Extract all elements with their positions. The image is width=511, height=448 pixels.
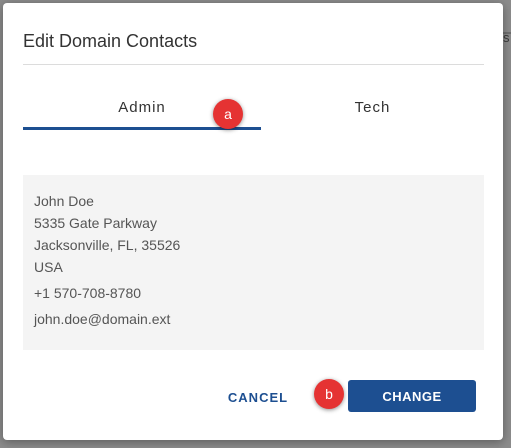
change-button[interactable]: CHANGE — [348, 380, 476, 412]
edit-domain-contacts-dialog: Edit Domain Contacts Admin Tech a John D… — [3, 3, 503, 440]
title-divider — [23, 64, 484, 65]
contact-name: John Doe — [34, 193, 94, 209]
contact-phone: +1 570-708-8780 — [34, 285, 142, 301]
tab-tech[interactable]: Tech — [261, 99, 484, 116]
annotation-marker-a: a — [213, 99, 243, 129]
contact-country: USA — [34, 259, 63, 275]
contact-card: John Doe 5335 Gate Parkway Jacksonville,… — [23, 175, 484, 350]
contact-email: john.doe@domain.ext — [34, 311, 171, 327]
contact-street: 5335 Gate Parkway — [34, 215, 157, 231]
contact-city-line: Jacksonville, FL, 35526 — [34, 237, 181, 253]
background-page-text: s — [503, 30, 510, 45]
dialog-title: Edit Domain Contacts — [23, 31, 198, 51]
cancel-button[interactable]: CANCEL — [213, 382, 303, 412]
annotation-marker-b: b — [314, 379, 344, 409]
